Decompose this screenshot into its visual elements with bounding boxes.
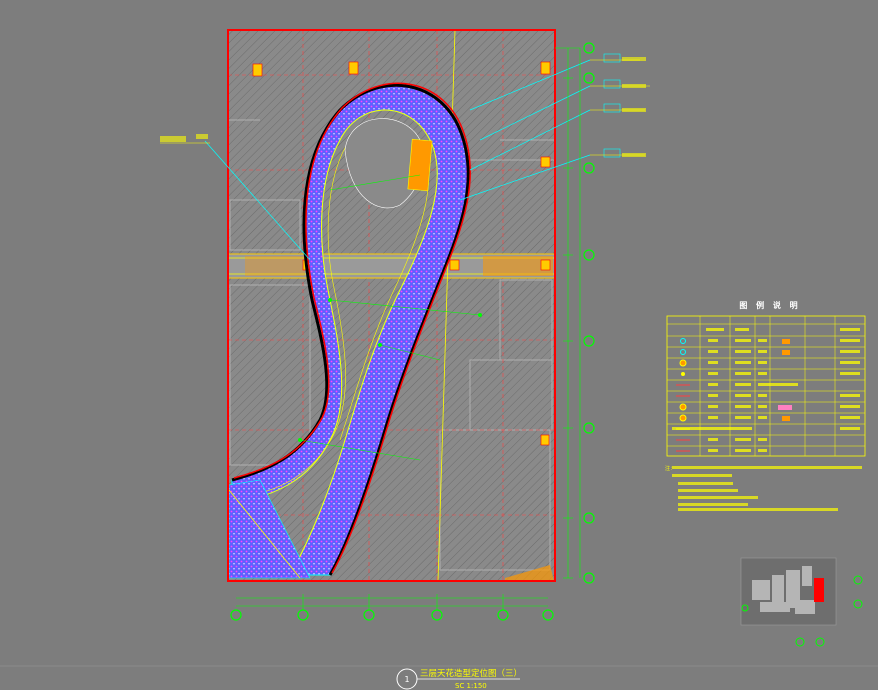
- legend-table[interactable]: 图 例 说 明: [666, 300, 866, 457]
- axis-bubble[interactable]: [583, 42, 595, 54]
- key-plan[interactable]: [740, 557, 863, 647]
- axis-bubble[interactable]: [497, 609, 509, 621]
- cad-drawing[interactable]: 图 例 说 明 注： 1 三层天花造型定位图（三） SC 1:150: [0, 0, 878, 690]
- drawing-title: 三层天花造型定位图（三）: [420, 668, 522, 679]
- drawing-title-block: 1 三层天花造型定位图（三） SC 1:150: [396, 668, 522, 690]
- axis-bubble[interactable]: [583, 249, 595, 261]
- legend-symbols: [676, 338, 792, 452]
- floor-plan: [227, 29, 556, 582]
- axis-bubble[interactable]: [583, 335, 595, 347]
- sheet-number: 1: [404, 675, 409, 684]
- legend-title: 图 例 说 明: [739, 300, 800, 310]
- right-axis: [555, 42, 595, 584]
- bottom-axis-ticks: [302, 594, 504, 610]
- axis-bubble[interactable]: [230, 609, 242, 621]
- axis-bubble[interactable]: [583, 512, 595, 524]
- axis-bubble[interactable]: [297, 609, 309, 621]
- axis-bubble[interactable]: [583, 572, 595, 584]
- bottom-axis-bubbles[interactable]: [230, 609, 554, 621]
- bottom-axis: [230, 594, 554, 621]
- axis-bubble[interactable]: [583, 162, 595, 174]
- plan-hatch-area: [228, 30, 555, 581]
- right-axis-bubbles[interactable]: [583, 42, 595, 584]
- ribbon-core-block: [407, 138, 433, 192]
- axis-bubble[interactable]: [431, 609, 443, 621]
- axis-bubble[interactable]: [542, 609, 554, 621]
- drawing-scale: SC 1:150: [455, 682, 487, 690]
- axis-bubble[interactable]: [583, 72, 595, 84]
- axis-bubble[interactable]: [363, 609, 375, 621]
- axis-bubble[interactable]: [583, 422, 595, 434]
- key-plan-highlight: [814, 578, 824, 602]
- structural-band: [227, 253, 556, 279]
- notes: 注：: [665, 465, 862, 511]
